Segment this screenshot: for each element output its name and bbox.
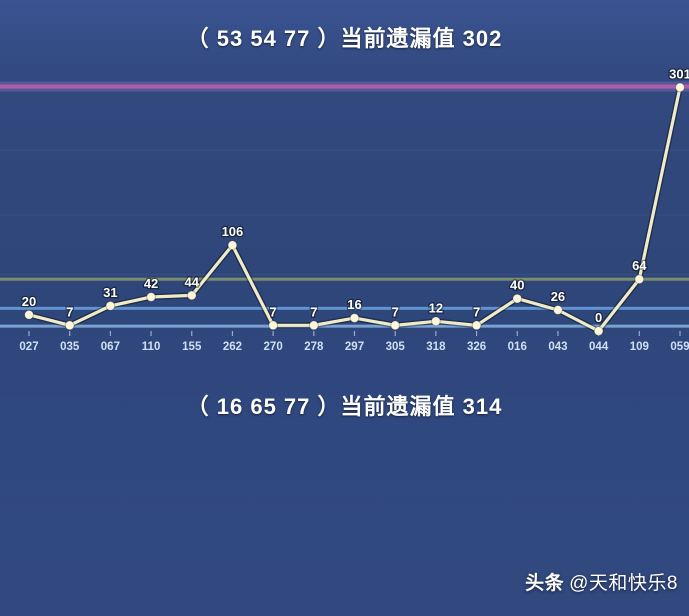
data-point xyxy=(512,293,523,304)
data-point xyxy=(430,316,441,327)
gridline xyxy=(0,277,689,281)
data-label: 7 xyxy=(473,304,480,319)
data-label: 44 xyxy=(185,274,200,289)
data-point xyxy=(553,305,563,315)
data-point xyxy=(64,320,75,331)
data-label: 12 xyxy=(429,300,443,315)
x-axis-label: 059 xyxy=(670,341,689,353)
x-tick xyxy=(313,331,315,336)
data-point xyxy=(105,301,116,311)
x-axis-label: 278 xyxy=(304,341,324,353)
x-tick xyxy=(516,331,518,336)
series-line xyxy=(27,85,682,333)
x-axis-label: 109 xyxy=(630,341,649,353)
x-axis-label: 326 xyxy=(467,341,486,353)
data-label: 42 xyxy=(144,276,158,291)
data-point xyxy=(227,240,238,251)
data-label: 7 xyxy=(392,304,399,319)
data-label: 301 xyxy=(669,66,689,81)
screenshot-root: （ 53 54 77 ）当前遗漏值 302 027 035 067 110 155 262… xyxy=(0,0,689,616)
chart-1-svg: 027 035 067 110 155 262 270 278 297 305 318 326 016 0… xyxy=(0,65,689,353)
data-label: 0 xyxy=(595,310,602,325)
data-point xyxy=(471,320,482,331)
data-label: 26 xyxy=(551,289,565,304)
x-tick xyxy=(69,331,71,336)
x-tick xyxy=(231,331,234,336)
x-tick xyxy=(109,331,111,336)
data-point xyxy=(675,82,685,93)
x-tick xyxy=(394,331,396,336)
data-label: 7 xyxy=(66,304,73,319)
chart-2-title: （ 16 65 77 ）当前遗漏值 314 xyxy=(186,394,503,419)
data-point xyxy=(146,292,156,302)
x-axis-label: 155 xyxy=(182,341,202,353)
chart-1-title: （ 53 54 77 ）当前遗漏值 302 xyxy=(186,26,503,51)
data-label: 31 xyxy=(103,285,117,300)
x-tick xyxy=(272,331,274,336)
x-axis-label: 043 xyxy=(548,341,567,353)
data-label: 40 xyxy=(510,278,524,293)
data-point xyxy=(268,320,279,331)
x-tick xyxy=(557,331,559,336)
x-axis-label: 044 xyxy=(589,341,609,353)
data-label: 7 xyxy=(310,304,317,319)
x-axis-label: 016 xyxy=(508,341,527,353)
faint-gridline xyxy=(0,274,689,276)
data-label: 106 xyxy=(222,224,244,239)
x-tick xyxy=(638,331,640,336)
data-point xyxy=(349,313,360,323)
x-tick xyxy=(475,331,478,336)
chart-1-plot: 027 035 067 110 155 262 270 278 297 305 318 326 016 0… xyxy=(0,58,689,362)
x-tick xyxy=(150,331,152,336)
x-axis-label: 027 xyxy=(19,341,38,353)
data-point xyxy=(634,274,645,285)
x-axis-label: 270 xyxy=(264,341,283,353)
faint-gridline xyxy=(0,214,689,216)
data-label: 20 xyxy=(22,294,36,309)
x-axis-label: 297 xyxy=(345,341,364,353)
data-point xyxy=(186,290,197,301)
watermark-handle: @天和快乐8 xyxy=(569,573,678,594)
x-axis-label: 067 xyxy=(101,341,120,353)
x-axis-label: 305 xyxy=(386,341,406,353)
x-tick xyxy=(191,331,193,336)
data-label: 16 xyxy=(347,297,361,312)
x-axis-label: 110 xyxy=(142,341,161,353)
data-point xyxy=(593,326,604,336)
data-label: 64 xyxy=(632,258,647,273)
series-line-shadow xyxy=(26,84,683,334)
data-point xyxy=(24,309,34,320)
x-tick xyxy=(679,331,681,336)
data-label: 7 xyxy=(270,304,277,319)
chart-panel-1: （ 53 54 77 ）当前遗漏值 302 027 035 067 110 155 262… xyxy=(0,0,689,362)
x-axis-label: 318 xyxy=(426,341,446,353)
data-point xyxy=(308,320,319,331)
faint-gridline xyxy=(0,149,689,151)
x-tick xyxy=(353,331,356,336)
gridline xyxy=(0,81,689,92)
x-tick xyxy=(435,331,437,336)
x-axis-label: 035 xyxy=(60,341,80,353)
x-tick xyxy=(28,331,30,336)
x-axis-label: 262 xyxy=(223,341,242,353)
watermark: 头条 @天和快乐8 xyxy=(525,568,678,595)
data-point xyxy=(390,320,401,331)
watermark-logo: 头条 xyxy=(525,573,565,594)
